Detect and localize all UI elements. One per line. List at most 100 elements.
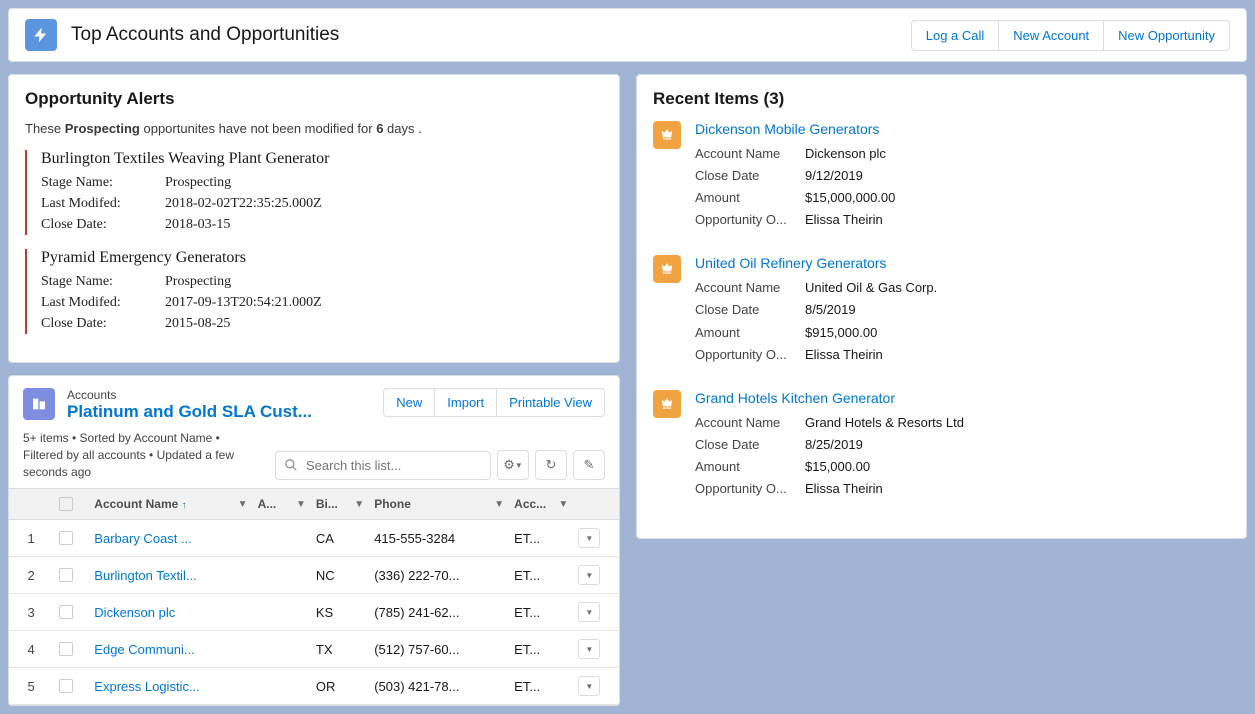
- cell-actions: ▼: [572, 557, 619, 594]
- listview-meta: 5+ items • Sorted by Account Name • Filt…: [23, 430, 243, 480]
- row-action-menu[interactable]: ▼: [578, 639, 600, 659]
- label-close-date: Close Date: [695, 434, 805, 456]
- cell-owner: ET...: [508, 668, 572, 705]
- accounts-listview: Accounts Platinum and Gold SLA Cust... N…: [8, 375, 620, 706]
- alerts-sentence: These Prospecting opportunites have not …: [25, 121, 603, 136]
- new-account-button[interactable]: New Account: [998, 20, 1104, 51]
- label-account: Account Name: [695, 412, 805, 434]
- row-checkbox-cell[interactable]: [53, 557, 88, 594]
- col-billing-state[interactable]: Bi...▼: [310, 489, 368, 520]
- cell-state: OR: [310, 668, 368, 705]
- opportunity-icon: [653, 390, 681, 418]
- row-index: 5: [9, 668, 53, 705]
- col-actions: [572, 489, 619, 520]
- cell-actions: ▼: [572, 520, 619, 557]
- label-account: Account Name: [695, 277, 805, 299]
- col-account-name[interactable]: Account Name ↑▼: [88, 489, 251, 520]
- checkbox[interactable]: [59, 679, 73, 693]
- cell-account-name: Edge Communi...: [88, 631, 251, 668]
- account-link[interactable]: Edge Communi...: [94, 642, 194, 657]
- recent-item-link[interactable]: Dickenson Mobile Generators: [695, 121, 1230, 137]
- cell-account-name: Burlington Textil...: [88, 557, 251, 594]
- cell-phone: (512) 757-60...: [368, 631, 508, 668]
- row-index: 3: [9, 594, 53, 631]
- chevron-down-icon: ▼: [238, 499, 248, 510]
- checkbox[interactable]: [59, 568, 73, 582]
- alert-item: Burlington Textiles Weaving Plant Genera…: [25, 150, 603, 235]
- alert-item: Pyramid Emergency Generators Stage Name:…: [25, 249, 603, 334]
- cell-state: NC: [310, 557, 368, 594]
- search-input[interactable]: [275, 451, 491, 480]
- alert-item-title: Burlington Textiles Weaving Plant Genera…: [41, 150, 603, 168]
- row-checkbox-cell[interactable]: [53, 668, 88, 705]
- account-link[interactable]: Express Logistic...: [94, 679, 200, 694]
- row-checkbox-cell[interactable]: [53, 631, 88, 668]
- listview-object-label: Accounts: [67, 388, 312, 402]
- recent-item-link[interactable]: United Oil Refinery Generators: [695, 255, 1230, 271]
- header-actions: Log a Call New Account New Opportunity: [911, 20, 1230, 51]
- row-action-menu[interactable]: ▼: [578, 528, 600, 548]
- new-button[interactable]: New: [383, 388, 435, 417]
- log-a-call-button[interactable]: Log a Call: [911, 20, 1000, 51]
- recent-item-link[interactable]: Grand Hotels Kitchen Generator: [695, 390, 1230, 406]
- cell-phone: (785) 241-62...: [368, 594, 508, 631]
- account-link[interactable]: Barbary Coast ...: [94, 531, 192, 546]
- refresh-button[interactable]: ↻: [535, 450, 567, 480]
- cell-owner: ET...: [508, 631, 572, 668]
- chevron-down-icon: ▼: [515, 461, 523, 470]
- col-phone[interactable]: Phone▼: [368, 489, 508, 520]
- table-row: 2Burlington Textil...NC(336) 222-70...ET…: [9, 557, 619, 594]
- import-button[interactable]: Import: [434, 388, 497, 417]
- listview-name[interactable]: Platinum and Gold SLA Cust...: [67, 402, 312, 422]
- row-checkbox-cell[interactable]: [53, 594, 88, 631]
- label-owner: Opportunity O...: [695, 209, 805, 231]
- listview-actions: New Import Printable View: [383, 388, 605, 417]
- cell-account-name: Express Logistic...: [88, 668, 251, 705]
- col-checkbox[interactable]: [53, 489, 88, 520]
- cell-a: [252, 594, 310, 631]
- row-action-menu[interactable]: ▼: [578, 602, 600, 622]
- settings-button[interactable]: ⚙ ▼: [497, 450, 529, 480]
- edit-button[interactable]: ✎: [573, 450, 605, 480]
- value-owner: Elissa Theirin: [805, 344, 883, 366]
- value-amount: $15,000,000.00: [805, 187, 895, 209]
- recent-items-title: Recent Items (3): [653, 89, 1230, 109]
- checkbox[interactable]: [59, 642, 73, 656]
- recent-item: Grand Hotels Kitchen Generator Account Na…: [653, 390, 1230, 500]
- value-close-date: 9/12/2019: [805, 165, 863, 187]
- bolt-icon: [25, 19, 57, 51]
- row-checkbox-cell[interactable]: [53, 520, 88, 557]
- new-opportunity-button[interactable]: New Opportunity: [1103, 20, 1230, 51]
- page-header: Top Accounts and Opportunities Log a Cal…: [8, 8, 1247, 62]
- refresh-icon: ↻: [546, 457, 557, 473]
- opportunity-icon: [653, 121, 681, 149]
- account-link[interactable]: Burlington Textil...: [94, 568, 196, 583]
- cell-owner: ET...: [508, 594, 572, 631]
- table-header-row: Account Name ↑▼ A...▼ Bi...▼ Phone▼ Acc.…: [9, 489, 619, 520]
- label-amount: Amount: [695, 456, 805, 478]
- col-index: [9, 489, 53, 520]
- label-owner: Opportunity O...: [695, 478, 805, 500]
- checkbox-all[interactable]: [59, 497, 73, 511]
- chevron-down-icon: ▼: [494, 499, 504, 510]
- label-close-date: Close Date: [695, 165, 805, 187]
- col-account-owner[interactable]: Acc...▼: [508, 489, 572, 520]
- cell-owner: ET...: [508, 520, 572, 557]
- cell-a: [252, 631, 310, 668]
- chevron-down-icon: ▼: [296, 499, 306, 510]
- table-row: 5Express Logistic...OR(503) 421-78...ET.…: [9, 668, 619, 705]
- checkbox[interactable]: [59, 605, 73, 619]
- cell-a: [252, 520, 310, 557]
- cell-state: KS: [310, 594, 368, 631]
- row-action-menu[interactable]: ▼: [578, 676, 600, 696]
- row-action-menu[interactable]: ▼: [578, 565, 600, 585]
- value-amount: $15,000.00: [805, 456, 870, 478]
- value-account: Grand Hotels & Resorts Ltd: [805, 412, 964, 434]
- alert-item-title: Pyramid Emergency Generators: [41, 249, 603, 267]
- col-a[interactable]: A...▼: [252, 489, 310, 520]
- account-link[interactable]: Dickenson plc: [94, 605, 175, 620]
- printable-view-button[interactable]: Printable View: [496, 388, 605, 417]
- label-owner: Opportunity O...: [695, 344, 805, 366]
- cell-actions: ▼: [572, 594, 619, 631]
- checkbox[interactable]: [59, 531, 73, 545]
